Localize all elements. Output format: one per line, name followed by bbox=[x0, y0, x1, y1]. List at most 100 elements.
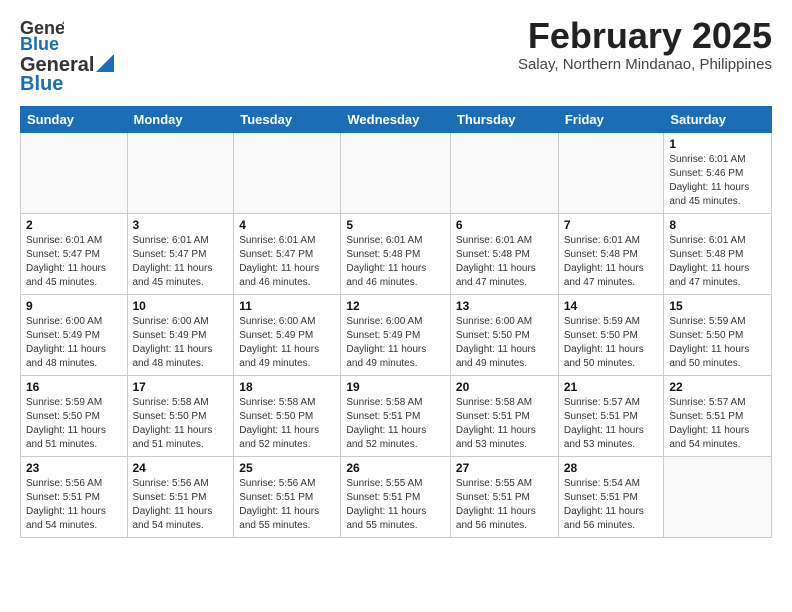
calendar-cell: 24 Sunrise: 5:56 AM Sunset: 5:51 PM Dayli… bbox=[127, 457, 234, 538]
calendar-cell: 5 Sunrise: 6:01 AM Sunset: 5:48 PM Daylig… bbox=[341, 214, 451, 295]
calendar-cell: 13 Sunrise: 6:00 AM Sunset: 5:50 PM Dayli… bbox=[450, 295, 558, 376]
day-number: 17 bbox=[133, 380, 229, 394]
day-info: Sunrise: 5:56 AM Sunset: 5:51 PM Dayligh… bbox=[133, 477, 229, 533]
calendar-cell: 21 Sunrise: 5:57 AM Sunset: 5:51 PM Dayli… bbox=[558, 376, 664, 457]
calendar-cell: 22Sunrise: 5:57 AM Sunset: 5:51 PM Dayli… bbox=[664, 376, 772, 457]
day-info: Sunrise: 6:00 AM Sunset: 5:49 PM Dayligh… bbox=[239, 315, 335, 371]
day-number: 25 bbox=[239, 461, 335, 475]
main-title: February 2025 bbox=[518, 16, 772, 56]
day-info: Sunrise: 5:59 AM Sunset: 5:50 PM Dayligh… bbox=[564, 315, 659, 371]
weekday-header-saturday: Saturday bbox=[664, 107, 772, 133]
day-number: 24 bbox=[133, 461, 229, 475]
calendar-cell: 7 Sunrise: 6:01 AM Sunset: 5:48 PM Daylig… bbox=[558, 214, 664, 295]
calendar-cell bbox=[558, 133, 664, 214]
day-info: Sunrise: 5:59 AM Sunset: 5:50 PM Dayligh… bbox=[26, 396, 122, 452]
calendar-cell: 1Sunrise: 6:01 AM Sunset: 5:46 PM Daylig… bbox=[664, 133, 772, 214]
page: General Blue General Blue February 2025 … bbox=[0, 0, 792, 554]
day-info: Sunrise: 5:54 AM Sunset: 5:51 PM Dayligh… bbox=[564, 477, 659, 533]
calendar-table: SundayMondayTuesdayWednesdayThursdayFrid… bbox=[20, 106, 772, 538]
calendar-week-row: 2Sunrise: 6:01 AM Sunset: 5:47 PM Daylig… bbox=[21, 214, 772, 295]
day-number: 20 bbox=[456, 380, 553, 394]
svg-text:Blue: Blue bbox=[20, 34, 59, 54]
day-info: Sunrise: 6:01 AM Sunset: 5:48 PM Dayligh… bbox=[456, 234, 553, 290]
calendar-cell: 20 Sunrise: 5:58 AM Sunset: 5:51 PM Dayli… bbox=[450, 376, 558, 457]
calendar-cell: 23 Sunrise: 5:56 AM Sunset: 5:51 PM Dayli… bbox=[21, 457, 128, 538]
day-info: Sunrise: 5:55 AM Sunset: 5:51 PM Dayligh… bbox=[346, 477, 445, 533]
weekday-header-wednesday: Wednesday bbox=[341, 107, 451, 133]
day-number: 12 bbox=[346, 299, 445, 313]
day-info: Sunrise: 5:58 AM Sunset: 5:50 PM Dayligh… bbox=[133, 396, 229, 452]
calendar-cell: 19 Sunrise: 5:58 AM Sunset: 5:51 PM Dayli… bbox=[341, 376, 451, 457]
weekday-header-row: SundayMondayTuesdayWednesdayThursdayFrid… bbox=[21, 107, 772, 133]
day-info: Sunrise: 6:01 AM Sunset: 5:48 PM Dayligh… bbox=[564, 234, 659, 290]
weekday-header-tuesday: Tuesday bbox=[234, 107, 341, 133]
day-number: 8 bbox=[669, 218, 766, 232]
day-info: Sunrise: 6:01 AM Sunset: 5:47 PM Dayligh… bbox=[26, 234, 122, 290]
calendar-cell: 11 Sunrise: 6:00 AM Sunset: 5:49 PM Dayli… bbox=[234, 295, 341, 376]
day-info: Sunrise: 5:59 AM Sunset: 5:50 PM Dayligh… bbox=[669, 315, 766, 371]
calendar-cell: 2Sunrise: 6:01 AM Sunset: 5:47 PM Daylig… bbox=[21, 214, 128, 295]
day-number: 10 bbox=[133, 299, 229, 313]
calendar-cell: 8 Sunrise: 6:01 AM Sunset: 5:48 PM Daylig… bbox=[664, 214, 772, 295]
day-number: 23 bbox=[26, 461, 122, 475]
calendar-cell: 9 Sunrise: 6:00 AM Sunset: 5:49 PM Daylig… bbox=[21, 295, 128, 376]
weekday-header-friday: Friday bbox=[558, 107, 664, 133]
day-number: 9 bbox=[26, 299, 122, 313]
calendar-cell bbox=[127, 133, 234, 214]
day-number: 7 bbox=[564, 218, 659, 232]
calendar-cell: 25 Sunrise: 5:56 AM Sunset: 5:51 PM Dayli… bbox=[234, 457, 341, 538]
calendar-cell: 14 Sunrise: 5:59 AM Sunset: 5:50 PM Dayli… bbox=[558, 295, 664, 376]
day-number: 4 bbox=[239, 218, 335, 232]
calendar-week-row: 9 Sunrise: 6:00 AM Sunset: 5:49 PM Daylig… bbox=[21, 295, 772, 376]
calendar-cell: 10Sunrise: 6:00 AM Sunset: 5:49 PM Dayli… bbox=[127, 295, 234, 376]
day-info: Sunrise: 5:58 AM Sunset: 5:50 PM Dayligh… bbox=[239, 396, 335, 452]
day-info: Sunrise: 5:58 AM Sunset: 5:51 PM Dayligh… bbox=[456, 396, 553, 452]
day-number: 16 bbox=[26, 380, 122, 394]
calendar-cell: 18 Sunrise: 5:58 AM Sunset: 5:50 PM Dayli… bbox=[234, 376, 341, 457]
logo-triangle bbox=[96, 54, 114, 72]
day-number: 19 bbox=[346, 380, 445, 394]
logo-icon: General Blue bbox=[20, 16, 64, 54]
weekday-header-sunday: Sunday bbox=[21, 107, 128, 133]
day-number: 18 bbox=[239, 380, 335, 394]
logo: General Blue General Blue bbox=[20, 16, 114, 96]
calendar-cell: 26 Sunrise: 5:55 AM Sunset: 5:51 PM Dayli… bbox=[341, 457, 451, 538]
day-info: Sunrise: 6:00 AM Sunset: 5:49 PM Dayligh… bbox=[26, 315, 122, 371]
day-number: 5 bbox=[346, 218, 445, 232]
day-number: 11 bbox=[239, 299, 335, 313]
calendar-cell: 3 Sunrise: 6:01 AM Sunset: 5:47 PM Daylig… bbox=[127, 214, 234, 295]
calendar-cell bbox=[21, 133, 128, 214]
day-number: 26 bbox=[346, 461, 445, 475]
header: General Blue General Blue February 2025 … bbox=[20, 16, 772, 96]
calendar-cell bbox=[234, 133, 341, 214]
calendar-cell bbox=[664, 457, 772, 538]
day-number: 21 bbox=[564, 380, 659, 394]
calendar-cell: 15Sunrise: 5:59 AM Sunset: 5:50 PM Dayli… bbox=[664, 295, 772, 376]
day-number: 3 bbox=[133, 218, 229, 232]
day-info: Sunrise: 5:56 AM Sunset: 5:51 PM Dayligh… bbox=[26, 477, 122, 533]
day-info: Sunrise: 6:00 AM Sunset: 5:49 PM Dayligh… bbox=[346, 315, 445, 371]
calendar-week-row: 23 Sunrise: 5:56 AM Sunset: 5:51 PM Dayli… bbox=[21, 457, 772, 538]
calendar-cell: 17 Sunrise: 5:58 AM Sunset: 5:50 PM Dayli… bbox=[127, 376, 234, 457]
title-block: February 2025 Salay, Northern Mindanao, … bbox=[518, 16, 772, 73]
calendar-cell: 28Sunrise: 5:54 AM Sunset: 5:51 PM Dayli… bbox=[558, 457, 664, 538]
day-info: Sunrise: 6:01 AM Sunset: 5:48 PM Dayligh… bbox=[669, 234, 766, 290]
subtitle: Salay, Northern Mindanao, Philippines bbox=[518, 56, 772, 73]
calendar-cell: 6Sunrise: 6:01 AM Sunset: 5:48 PM Daylig… bbox=[450, 214, 558, 295]
day-number: 14 bbox=[564, 299, 659, 313]
calendar-week-row: 16 Sunrise: 5:59 AM Sunset: 5:50 PM Dayli… bbox=[21, 376, 772, 457]
calendar-cell: 27 Sunrise: 5:55 AM Sunset: 5:51 PM Dayli… bbox=[450, 457, 558, 538]
calendar-cell bbox=[341, 133, 451, 214]
day-info: Sunrise: 6:00 AM Sunset: 5:50 PM Dayligh… bbox=[456, 315, 553, 371]
day-number: 13 bbox=[456, 299, 553, 313]
day-info: Sunrise: 5:57 AM Sunset: 5:51 PM Dayligh… bbox=[669, 396, 766, 452]
day-info: Sunrise: 6:01 AM Sunset: 5:47 PM Dayligh… bbox=[133, 234, 229, 290]
day-info: Sunrise: 5:57 AM Sunset: 5:51 PM Dayligh… bbox=[564, 396, 659, 452]
day-info: Sunrise: 6:01 AM Sunset: 5:48 PM Dayligh… bbox=[346, 234, 445, 290]
day-info: Sunrise: 5:56 AM Sunset: 5:51 PM Dayligh… bbox=[239, 477, 335, 533]
day-info: Sunrise: 6:01 AM Sunset: 5:47 PM Dayligh… bbox=[239, 234, 335, 290]
day-info: Sunrise: 5:58 AM Sunset: 5:51 PM Dayligh… bbox=[346, 396, 445, 452]
day-info: Sunrise: 5:55 AM Sunset: 5:51 PM Dayligh… bbox=[456, 477, 553, 533]
day-number: 27 bbox=[456, 461, 553, 475]
weekday-header-monday: Monday bbox=[127, 107, 234, 133]
